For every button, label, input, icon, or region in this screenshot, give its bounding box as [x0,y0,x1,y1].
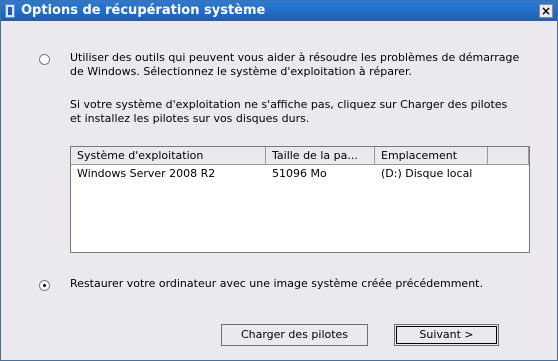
repair-option-line-2: de Windows. Sélectionnez le système d'ex… [70,65,412,78]
os-list-header: Système d'exploitation Taille de la pa..… [71,147,529,165]
column-header-empty [488,147,529,164]
repair-option-radio[interactable] [39,54,50,65]
column-header-location[interactable]: Emplacement [375,147,488,164]
recovery-options-window: Options de récupération système × Utilis… [0,0,558,361]
restore-image-radio[interactable] [39,280,50,291]
next-button[interactable]: Suivant > [394,324,499,346]
close-button[interactable]: × [539,4,553,18]
column-header-os[interactable]: Système d'exploitation [71,147,266,164]
os-list[interactable]: Système d'exploitation Taille de la pa..… [70,146,530,253]
restore-image-label: Restaurer votre ordinateur avec une imag… [70,277,483,290]
column-header-size[interactable]: Taille de la pa... [266,147,375,164]
drivers-note-line-2: et installez les pilotes sur vos disques… [70,112,310,125]
location-cell: (D:) Disque local [381,167,473,180]
window-title: Options de récupération système [21,3,266,18]
window-icon [5,4,15,18]
os-list-row[interactable]: Windows Server 2008 R2 51096 Mo (D:) Dis… [71,166,529,182]
drivers-note-line-1: Si votre système d'exploitation ne s'aff… [70,98,508,111]
os-name-cell: Windows Server 2008 R2 [77,167,216,180]
repair-option-line-1: Utiliser des outils qui peuvent vous aid… [70,51,520,64]
title-bar: Options de récupération système × [1,1,557,21]
load-drivers-button[interactable]: Charger des pilotes [221,324,368,346]
partition-size-cell: 51096 Mo [272,167,327,180]
